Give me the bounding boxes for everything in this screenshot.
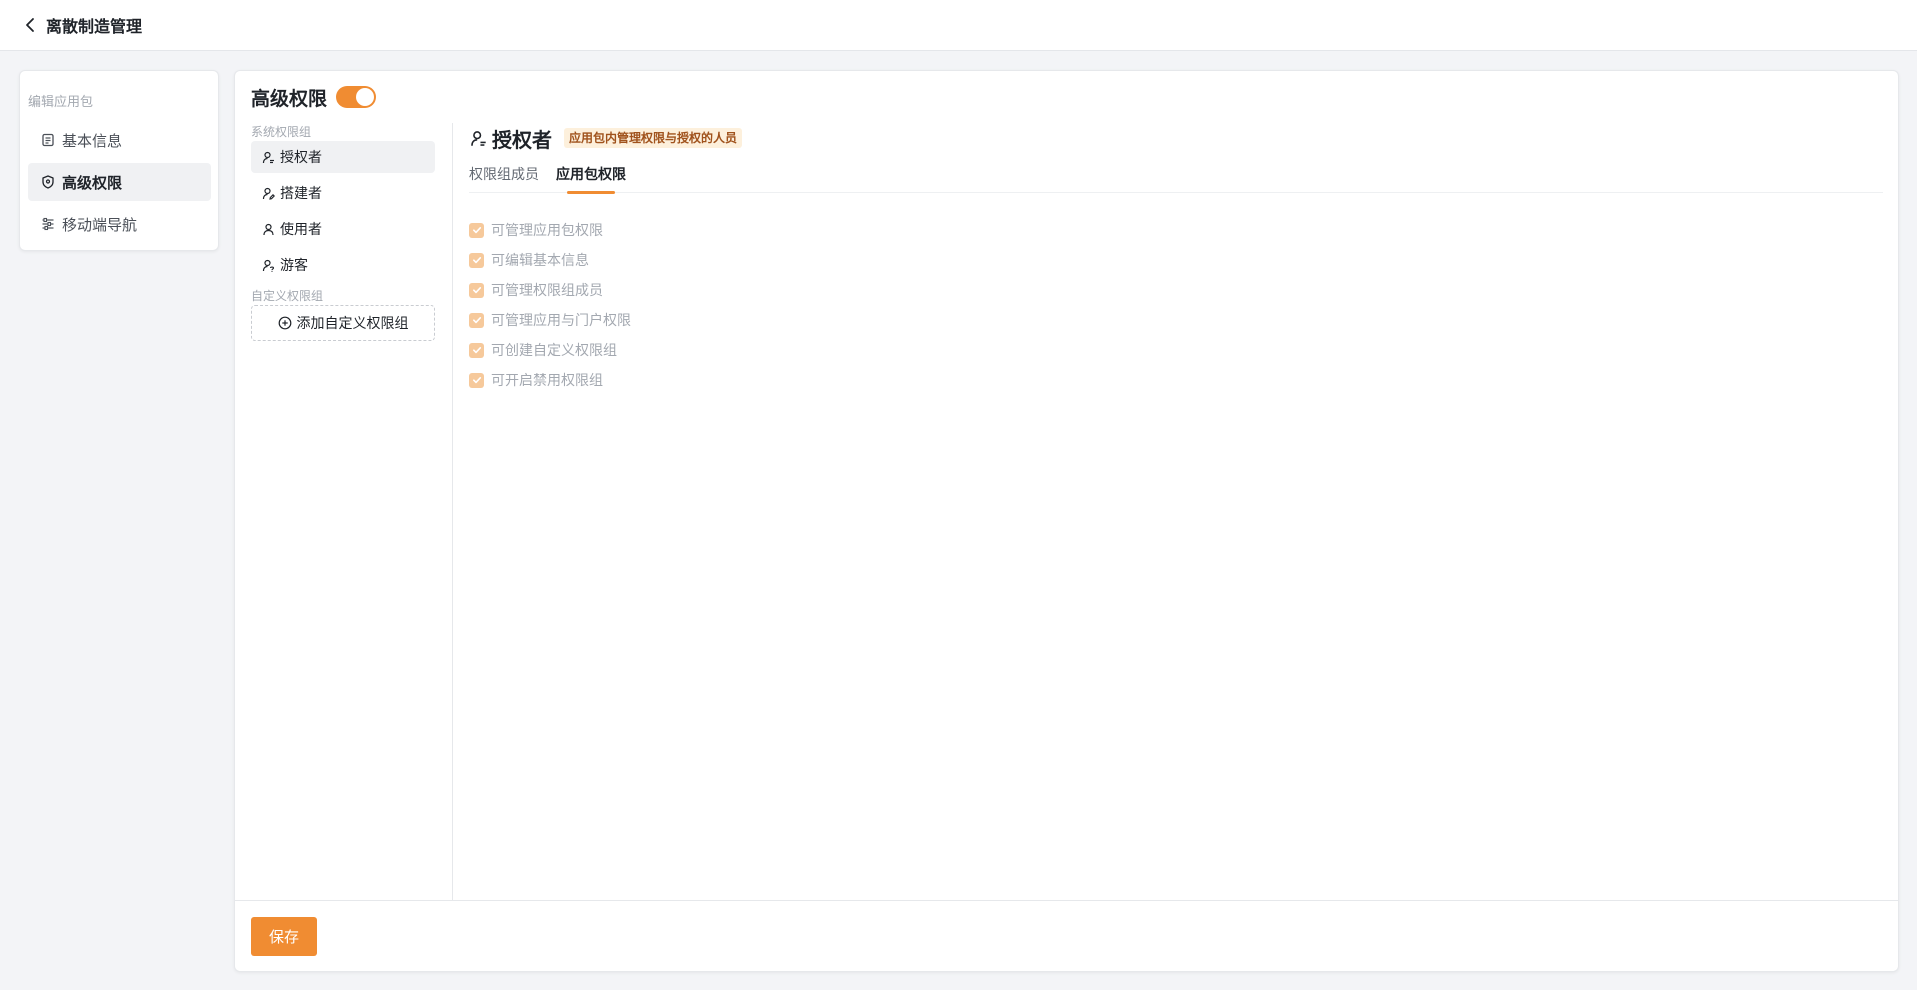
save-button[interactable]: 保存 bbox=[251, 917, 317, 956]
checkbox-disabled bbox=[469, 222, 484, 238]
group-item-user[interactable]: 使用者 bbox=[251, 213, 435, 245]
sidebar-item-basic-info[interactable]: 基本信息 bbox=[28, 121, 211, 159]
permission-label: 可管理应用包权限 bbox=[491, 223, 603, 239]
user-guest-icon bbox=[261, 258, 275, 272]
section-title: 高级权限 bbox=[251, 87, 328, 110]
main-header: 高级权限 bbox=[251, 83, 377, 111]
permission-item: 可开启禁用权限组 bbox=[469, 365, 1883, 395]
check-icon bbox=[472, 227, 481, 234]
group-item-label: 使用者 bbox=[280, 222, 322, 238]
system-groups-label: 系统权限组 bbox=[251, 125, 312, 139]
toggle-knob bbox=[356, 88, 375, 106]
sliders-icon bbox=[40, 216, 56, 232]
permission-list: 可管理应用包权限 可编辑基本信息 可管理权限组成员 可管理应用与门户权限 可创建… bbox=[469, 215, 1883, 395]
check-icon bbox=[472, 287, 481, 294]
plus-circle-icon bbox=[278, 316, 293, 331]
group-item-grantor[interactable]: 授权者 bbox=[251, 141, 435, 173]
left-nav-card: 编辑应用包 基本信息 高级权限 移动端导航 bbox=[19, 70, 219, 251]
group-detail: 授权者 应用包内管理权限与授权的人员 权限组成员 应用包权限 可管理应用包权限 … bbox=[469, 123, 1883, 395]
checkbox-disabled bbox=[469, 252, 484, 268]
user-edit-icon bbox=[261, 186, 275, 200]
main-card: 高级权限 系统权限组 授权者 搭建者 使用者 游客 自定义权限组 添加自定义权限… bbox=[234, 70, 1899, 972]
group-item-label: 搭建者 bbox=[280, 186, 322, 202]
group-item-guest[interactable]: 游客 bbox=[251, 249, 435, 281]
sidebar-item-label: 移动端导航 bbox=[62, 215, 138, 234]
detail-header: 授权者 应用包内管理权限与授权的人员 bbox=[469, 123, 1883, 153]
back-button[interactable] bbox=[20, 15, 40, 35]
permission-label: 可管理应用与门户权限 bbox=[491, 313, 631, 329]
checkbox-disabled bbox=[469, 372, 484, 388]
sidebar-section-label: 编辑应用包 bbox=[28, 95, 94, 110]
permission-item: 可管理应用包权限 bbox=[469, 215, 1883, 245]
checkbox-disabled bbox=[469, 282, 484, 298]
permission-label: 可创建自定义权限组 bbox=[491, 343, 617, 359]
check-icon bbox=[472, 257, 481, 264]
permission-item: 可创建自定义权限组 bbox=[469, 335, 1883, 365]
sidebar-item-mobile-nav[interactable]: 移动端导航 bbox=[28, 205, 211, 243]
user-icon bbox=[261, 222, 275, 236]
permission-label: 可编辑基本信息 bbox=[491, 253, 589, 269]
group-item-builder[interactable]: 搭建者 bbox=[251, 177, 435, 209]
permission-label: 可管理权限组成员 bbox=[491, 283, 603, 299]
document-icon bbox=[40, 132, 56, 148]
checkbox-disabled bbox=[469, 342, 484, 358]
add-custom-group-label: 添加自定义权限组 bbox=[296, 316, 409, 332]
sidebar-item-label: 基本信息 bbox=[62, 131, 123, 150]
checkbox-disabled bbox=[469, 312, 484, 328]
tab-package-permissions[interactable]: 应用包权限 bbox=[556, 163, 626, 194]
permission-item: 可管理权限组成员 bbox=[469, 275, 1883, 305]
permission-item: 可编辑基本信息 bbox=[469, 245, 1883, 275]
group-item-label: 游客 bbox=[280, 258, 308, 274]
shield-icon bbox=[40, 174, 56, 190]
column-divider bbox=[452, 123, 453, 901]
permission-group-list: 系统权限组 授权者 搭建者 使用者 游客 自定义权限组 添加自定义权限组 bbox=[251, 123, 439, 341]
detail-description-badge: 应用包内管理权限与授权的人员 bbox=[564, 128, 743, 148]
check-icon bbox=[472, 347, 481, 354]
permission-label: 可开启禁用权限组 bbox=[491, 373, 603, 389]
custom-groups-label: 自定义权限组 bbox=[251, 289, 324, 303]
tab-group-members[interactable]: 权限组成员 bbox=[469, 163, 539, 193]
advanced-permissions-toggle[interactable] bbox=[336, 86, 377, 108]
user-key-icon bbox=[469, 129, 487, 147]
check-icon bbox=[472, 317, 481, 324]
detail-tabs: 权限组成员 应用包权限 bbox=[469, 163, 1883, 194]
check-icon bbox=[472, 377, 481, 384]
user-key-icon bbox=[261, 150, 275, 164]
group-item-label: 授权者 bbox=[280, 150, 322, 166]
chevron-left-icon bbox=[26, 18, 34, 32]
detail-title: 授权者 bbox=[492, 127, 552, 152]
sidebar-item-advanced-permissions[interactable]: 高级权限 bbox=[28, 163, 211, 201]
top-bar: 离散制造管理 bbox=[0, 0, 1917, 51]
permission-item: 可管理应用与门户权限 bbox=[469, 305, 1883, 335]
add-custom-group-button[interactable]: 添加自定义权限组 bbox=[251, 305, 435, 341]
footer-bar: 保存 bbox=[235, 900, 1898, 971]
page-title: 离散制造管理 bbox=[46, 17, 143, 36]
sidebar-item-label: 高级权限 bbox=[62, 173, 123, 192]
